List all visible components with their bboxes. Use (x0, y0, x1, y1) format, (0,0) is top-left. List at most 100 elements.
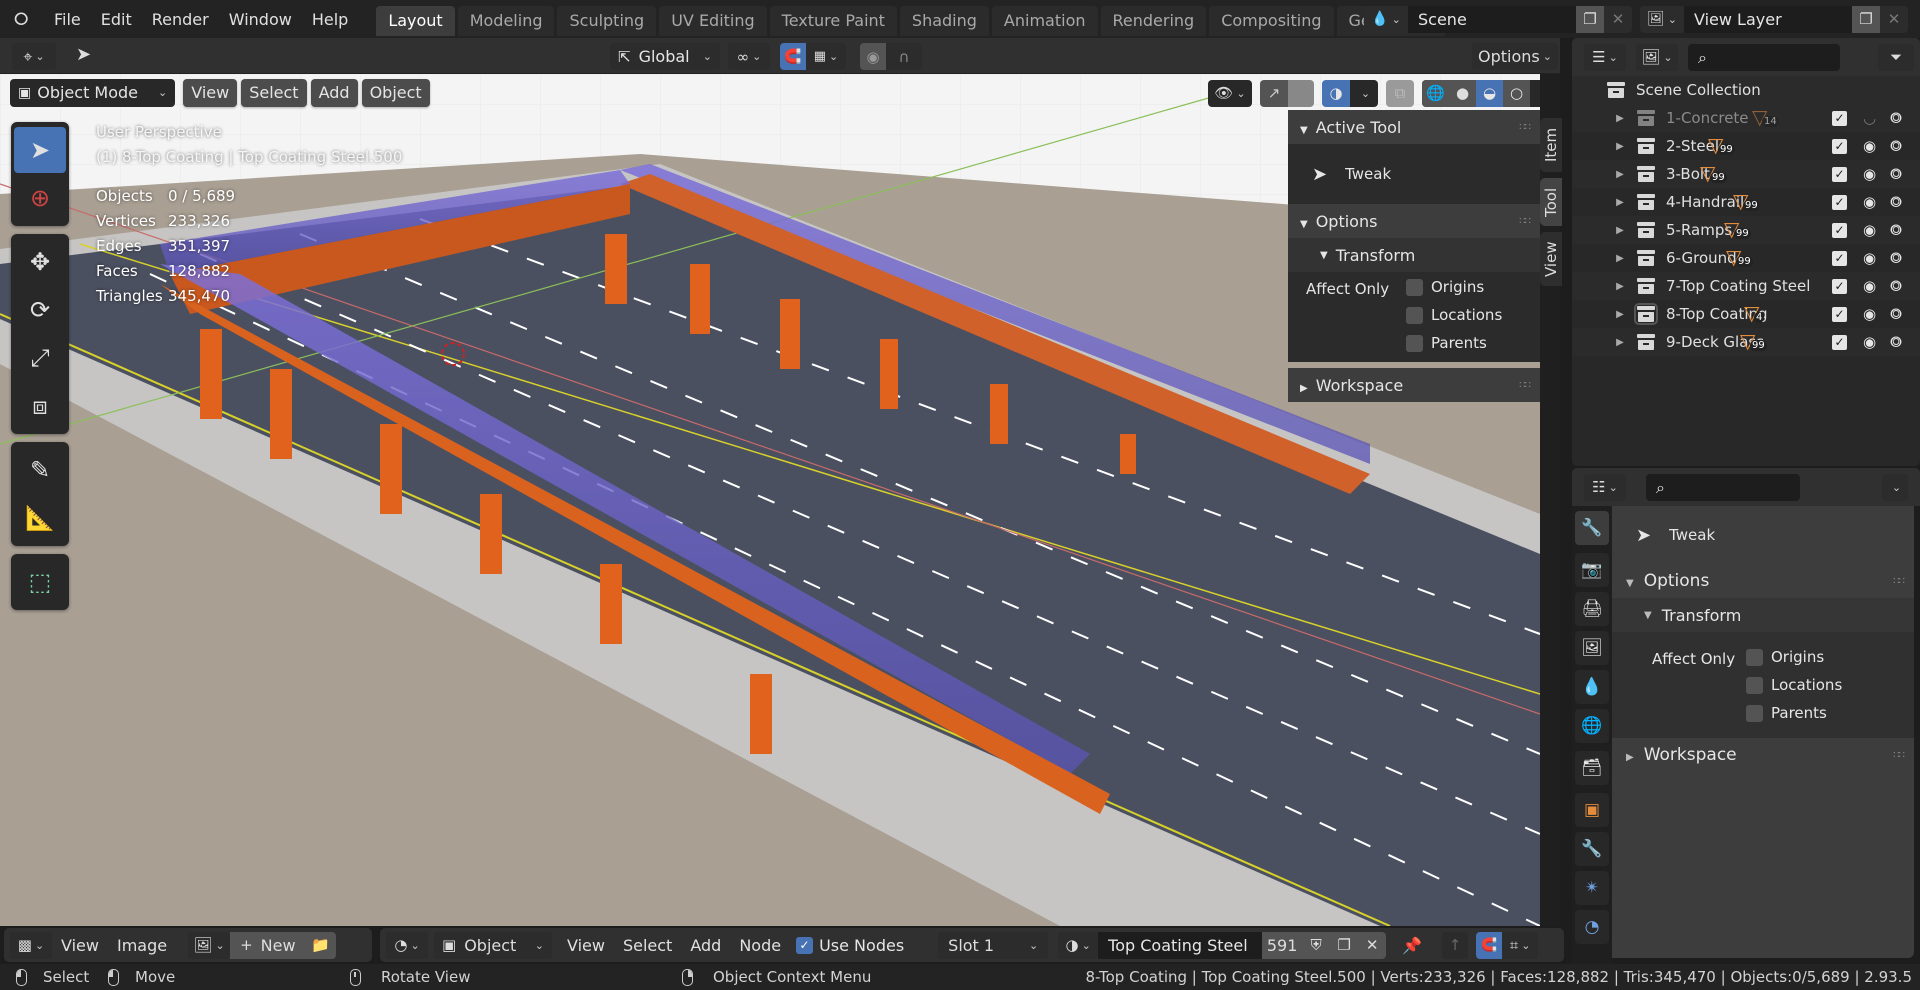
checkbox-parents[interactable]: Parents (1746, 704, 1827, 722)
gizmo-toggle[interactable]: ↗ (1260, 79, 1288, 107)
render-camera-icon[interactable]: ⭗ (1890, 305, 1902, 323)
node-menu-add[interactable]: Add (681, 936, 730, 955)
expand-arrow-icon[interactable]: ▶ (1612, 141, 1628, 152)
render-camera-icon[interactable]: ⭗ (1890, 333, 1902, 351)
render-camera-icon[interactable]: ⭗ (1890, 109, 1902, 127)
scene-name-field[interactable]: Scene (1408, 5, 1576, 33)
sidebar-tab-item[interactable]: Item (1540, 118, 1562, 172)
eye-icon[interactable]: ◉ (1863, 249, 1876, 267)
editor-type-button[interactable]: ⌖ ⌄ (12, 43, 56, 70)
panel-options-header[interactable]: ▼ Options ∷∷ (1612, 564, 1914, 598)
eye-icon[interactable]: ◉ (1863, 137, 1876, 155)
render-camera-icon[interactable]: ⭗ (1890, 221, 1902, 239)
transform-orientation-dropdown[interactable]: ⇱ Global ⌄ (610, 43, 720, 70)
expand-arrow-icon[interactable]: ▶ (1612, 281, 1628, 292)
display-mode-dropdown[interactable]: 🖼 ⌄ (1636, 43, 1678, 71)
sidebar-tab-tool[interactable]: Tool (1540, 178, 1562, 226)
tool-rotate[interactable]: ⟳ (14, 287, 66, 333)
drag-handle-icon[interactable]: ∷∷ (1893, 750, 1905, 761)
shading-solid[interactable]: ● (1449, 79, 1476, 107)
snap-toggle[interactable]: 🧲 (1476, 931, 1503, 959)
exclude-checkbox[interactable]: ✓ (1832, 138, 1847, 154)
eye-closed-icon[interactable]: ◡ (1863, 109, 1876, 127)
visibility-dropdown[interactable]: 👁 ⌄ (1208, 79, 1252, 107)
properties-search-input[interactable]: ⌕ (1646, 473, 1800, 501)
checkbox-parents[interactable]: Parents (1406, 334, 1487, 352)
overlay-dropdown[interactable]: ⌄ (1350, 79, 1378, 107)
mode-dropdown[interactable]: ▣ Object Mode ⌄ (10, 79, 176, 107)
properties-options-dropdown[interactable]: ⌄ (1882, 473, 1908, 501)
collection-row[interactable]: ▶ 4-Handrail ▽ 99 ✓ ◉ ⭗ (1572, 188, 1920, 216)
drag-handle-icon[interactable]: ∷∷ (1519, 380, 1531, 391)
collection-row[interactable]: ▶ 3-Bolt ▽ 99 ✓ ◉ ⭗ (1572, 160, 1920, 188)
tool-scale[interactable]: ⤢ (14, 335, 66, 381)
eye-icon[interactable]: ◉ (1863, 305, 1876, 323)
node-menu-node[interactable]: Node (730, 936, 790, 955)
collection-row[interactable]: ▶ 1-Concrete ▽ 14 ✓ ◡ ⭗ (1572, 104, 1920, 132)
checkbox-origins[interactable]: Origins (1406, 278, 1484, 296)
view-layer-name-field[interactable]: View Layer (1684, 5, 1852, 33)
collection-row[interactable]: ▶ 6-Ground ▽ 99 ✓ ◉ ⭗ (1572, 244, 1920, 272)
tab-render[interactable]: 📷 (1575, 553, 1609, 587)
shader-editor-type[interactable]: ◔ ⌄ (386, 931, 428, 959)
delete-scene-button[interactable]: ✕ (1604, 5, 1632, 33)
shading-wireframe[interactable]: 🌐 (1422, 79, 1449, 107)
shading-material-preview[interactable]: ◒ (1476, 79, 1503, 107)
panel-active-tool-header[interactable]: ▼ Active Tool ∷∷ (1288, 110, 1540, 144)
fake-user-toggle[interactable]: ⛨ (1302, 931, 1331, 959)
snap-target-dropdown[interactable]: ▦ ⌄ (806, 43, 846, 70)
panel-options-header[interactable]: ▼ Options ∷∷ (1288, 204, 1540, 238)
xray-toggle[interactable]: ⧉ (1386, 79, 1414, 107)
image-editor-type[interactable]: ▩ ⌄ (10, 931, 52, 959)
tab-animation[interactable]: Animation (991, 6, 1098, 36)
options-dropdown[interactable]: Options ⌄ (1472, 43, 1558, 70)
viewport-menu-select[interactable]: Select (241, 79, 307, 107)
scene-collection-row[interactable]: Scene Collection (1572, 76, 1920, 104)
exclude-checkbox[interactable]: ✓ (1832, 250, 1847, 266)
tool-add-cube[interactable]: ⬚ (14, 559, 66, 605)
collection-row[interactable]: ▶ 9-Deck Glass ▽ 99 ✓ ◉ ⭗ (1572, 328, 1920, 356)
tab-scene[interactable]: 💧 (1575, 670, 1609, 704)
tab-shading[interactable]: Shading (899, 6, 989, 36)
render-camera-icon[interactable]: ⭗ (1890, 249, 1902, 267)
panel-workspace-header[interactable]: ▶ Workspace ∷∷ (1612, 738, 1914, 772)
tab-collection[interactable]: 🗃 (1575, 751, 1609, 785)
collection-row[interactable]: ▶ 7-Top Coating Steel ✓ ◉ ⭗ (1572, 272, 1920, 300)
tab-texture-paint[interactable]: Texture Paint (769, 6, 897, 36)
tool-annotate[interactable]: ✎ (14, 447, 66, 493)
tab-layout[interactable]: Layout (376, 6, 455, 36)
expand-arrow-icon[interactable]: ▶ (1612, 337, 1628, 348)
expand-arrow-icon[interactable]: ▶ (1612, 253, 1628, 264)
gizmo-dropdown[interactable] (1288, 79, 1314, 107)
duplicate-material-button[interactable]: ❐ (1330, 931, 1359, 959)
image-menu-view[interactable]: View (52, 936, 108, 955)
render-camera-icon[interactable]: ⭗ (1890, 193, 1902, 211)
parent-node-tree-button[interactable]: ↑ (1442, 931, 1469, 959)
properties-editor-type[interactable]: ☷ ⌄ (1584, 473, 1626, 501)
checkbox-locations[interactable]: Locations (1746, 676, 1842, 694)
exclude-checkbox[interactable]: ✓ (1832, 222, 1847, 238)
shading-rendered[interactable]: ○ (1503, 79, 1530, 107)
use-nodes-checkbox[interactable]: ✓ Use Nodes (796, 936, 904, 955)
tool-tweak[interactable]: ➤ (14, 127, 66, 173)
tab-modeling[interactable]: Modeling (457, 6, 555, 36)
exclude-checkbox[interactable]: ✓ (1832, 334, 1847, 350)
pivot-point-dropdown[interactable]: ∞ ⌄ (728, 43, 770, 70)
render-camera-icon[interactable]: ⭗ (1890, 137, 1902, 155)
eye-icon[interactable]: ◉ (1863, 221, 1876, 239)
eye-icon[interactable]: ◉ (1863, 193, 1876, 211)
new-view-layer-button[interactable]: ❐ (1852, 5, 1880, 33)
menu-edit[interactable]: Edit (91, 10, 142, 29)
tab-rendering[interactable]: Rendering (1100, 6, 1207, 36)
eye-icon[interactable]: ◉ (1863, 333, 1876, 351)
snap-toggle[interactable]: 🧲 (780, 43, 806, 70)
material-users-count[interactable]: 591 (1262, 931, 1303, 959)
material-name-field[interactable]: Top Coating Steel (1098, 931, 1263, 959)
shading-dropdown[interactable]: ⌄ (1530, 80, 1540, 107)
tool-cursor[interactable]: ⊕ (14, 175, 66, 221)
exclude-checkbox[interactable]: ✓ (1832, 110, 1847, 126)
node-menu-view[interactable]: View (558, 936, 614, 955)
exclude-checkbox[interactable]: ✓ (1832, 278, 1847, 294)
checkbox-locations[interactable]: Locations (1406, 306, 1502, 324)
shader-type-dropdown[interactable]: ▣ Object ⌄ (434, 931, 552, 959)
